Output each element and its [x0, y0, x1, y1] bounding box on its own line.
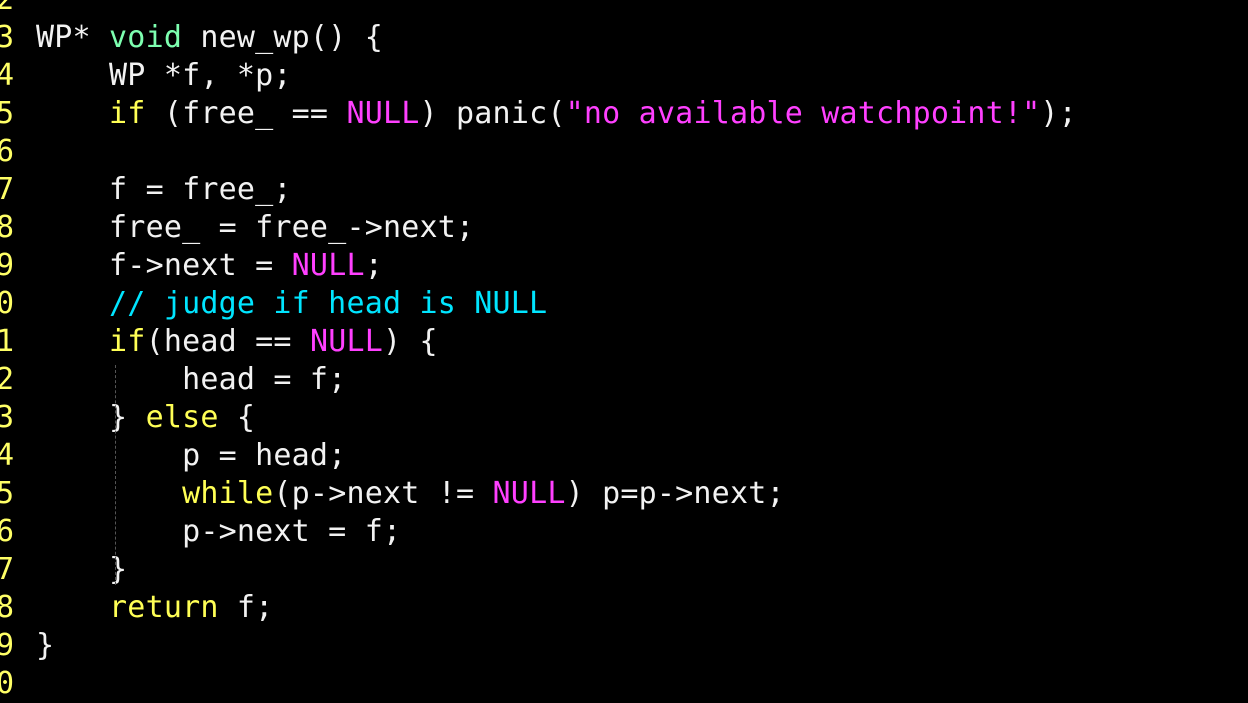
- code-editor[interactable]: 23WP* void new_wp() {4 WP *f, *p;5 if (f…: [0, 0, 1248, 703]
- line-number: 8: [0, 590, 14, 625]
- code-line[interactable]: 4 p = head;: [0, 437, 1248, 475]
- code-token-plain: (p->next !=: [273, 476, 493, 511]
- code-token-plain: free_ = free_->next;: [36, 210, 475, 245]
- code-token-plain: ;: [364, 248, 383, 283]
- code-token-keyword: if: [109, 96, 146, 131]
- line-number: 0: [0, 666, 14, 701]
- code-line[interactable]: 9}: [0, 627, 1248, 665]
- code-line[interactable]: 7 }: [0, 551, 1248, 589]
- code-token-plain: ) panic(: [419, 96, 566, 131]
- code-line[interactable]: 1 if(head == NULL) {: [0, 323, 1248, 361]
- code-text: while(p->next != NULL) p=p->next;: [36, 475, 785, 513]
- code-token-keyword: return: [109, 590, 219, 625]
- code-text: if(head == NULL) {: [36, 323, 438, 361]
- code-token-plain: ) {: [382, 324, 438, 359]
- code-text: }: [36, 627, 54, 665]
- line-number: 7: [0, 172, 14, 207]
- line-number: 9: [0, 248, 14, 283]
- code-line[interactable]: 4 WP *f, *p;: [0, 57, 1248, 95]
- code-text: // judge if head is NULL: [36, 285, 547, 323]
- code-token-plain: head = f;: [36, 362, 347, 397]
- line-number: 7: [0, 552, 14, 587]
- code-text: if (free_ == NULL) panic("no available w…: [36, 95, 1077, 133]
- code-token-plain: WP*: [36, 20, 110, 55]
- code-line[interactable]: 3 WP* void new_wp() {: [0, 19, 1248, 57]
- code-token-plain: WP *f, *p;: [36, 58, 292, 93]
- code-token-string: "no available watchpoint!": [565, 96, 1041, 131]
- code-text: f = free_;: [36, 171, 292, 209]
- line-number: 2: [0, 362, 14, 397]
- code-token-plain: (head ==: [145, 324, 310, 359]
- code-token-plain: (free_ ==: [145, 96, 347, 131]
- code-token-plain: ) p=p->next;: [565, 476, 785, 511]
- line-number: 8: [0, 210, 14, 245]
- code-line[interactable]: 2: [0, 0, 1248, 19]
- code-token-keyword: else: [145, 400, 219, 435]
- code-line[interactable]: 3 } else {: [0, 399, 1248, 437]
- line-number: 3: [0, 20, 14, 55]
- code-token-keyword: while: [182, 476, 274, 511]
- code-line[interactable]: 8 return f;: [0, 589, 1248, 627]
- indent-guide: [115, 365, 116, 585]
- code-token-plain: f = free_;: [36, 172, 292, 207]
- code-text: return f;: [36, 589, 273, 627]
- line-number: 6: [0, 134, 14, 169]
- code-line[interactable]: 6 p->next = f;: [0, 513, 1248, 551]
- code-token-comment: // judge if head is NULL: [109, 286, 548, 321]
- code-text: } else {: [36, 399, 255, 437]
- line-number: 5: [0, 476, 14, 511]
- code-line[interactable]: 0 // judge if head is NULL: [0, 285, 1248, 323]
- code-text: head = f;: [36, 361, 346, 399]
- code-text: p->next = f;: [36, 513, 401, 551]
- code-token-const: NULL: [291, 248, 365, 283]
- code-line[interactable]: 2 head = f;: [0, 361, 1248, 399]
- code-line[interactable]: 9 f->next = NULL;: [0, 247, 1248, 285]
- code-text: }: [36, 551, 127, 589]
- code-text: f->next = NULL;: [36, 247, 383, 285]
- code-token-plain: );: [1040, 96, 1077, 131]
- code-text: free_ = free_->next;: [36, 209, 474, 247]
- code-token-const: NULL: [492, 476, 566, 511]
- code-token-plain: {: [218, 400, 256, 435]
- code-token-plain: p = head;: [36, 438, 347, 473]
- code-token-keyword: if: [109, 324, 146, 359]
- line-number: 4: [0, 58, 14, 93]
- code-line[interactable]: 5 if (free_ == NULL) panic("no available…: [0, 95, 1248, 133]
- line-number: 2: [0, 0, 14, 19]
- code-text: p = head;: [36, 437, 346, 475]
- code-token-const: NULL: [346, 96, 420, 131]
- code-text: WP* void new_wp() {: [36, 19, 383, 57]
- code-line[interactable]: 5 while(p->next != NULL) p=p->next;: [0, 475, 1248, 513]
- code-token-plain: new_wp() {: [182, 20, 383, 55]
- code-token-plain: f;: [218, 590, 274, 625]
- code-token-plain: }: [36, 628, 55, 663]
- line-number: 6: [0, 514, 14, 549]
- code-line[interactable]: 0: [0, 665, 1248, 703]
- line-number: 4: [0, 438, 14, 473]
- line-number: 3: [0, 400, 14, 435]
- code-token-plain: f->next =: [36, 248, 292, 283]
- line-number: 5: [0, 96, 14, 131]
- line-number: 9: [0, 628, 14, 663]
- code-token-type: void: [109, 20, 183, 55]
- line-number: 0: [0, 286, 14, 321]
- line-number: 1: [0, 324, 14, 359]
- code-line[interactable]: 6: [0, 133, 1248, 171]
- code-line[interactable]: 8 free_ = free_->next;: [0, 209, 1248, 247]
- code-line[interactable]: 7 f = free_;: [0, 171, 1248, 209]
- code-token-const: NULL: [309, 324, 383, 359]
- code-token-plain: }: [36, 400, 146, 435]
- code-token-plain: }: [36, 552, 128, 587]
- code-text: WP *f, *p;: [36, 57, 292, 95]
- code-token-plain: p->next = f;: [36, 514, 402, 549]
